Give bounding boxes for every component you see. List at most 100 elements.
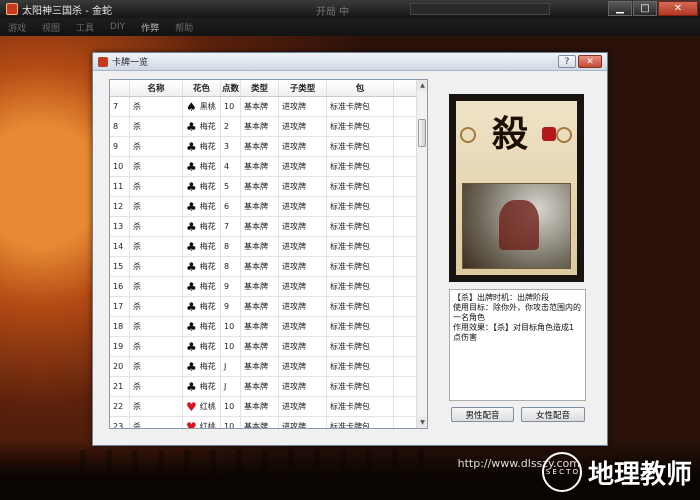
table-row[interactable]: 11 杀 ♣ 梅花 5 基本牌 进攻牌 标准卡牌包 bbox=[110, 177, 418, 197]
help-button[interactable]: ? bbox=[558, 55, 576, 68]
table-row[interactable]: 22 杀 ♥ 红桃 10 基本牌 进攻牌 标准卡牌包 bbox=[110, 397, 418, 417]
row-type: 基本牌 bbox=[241, 397, 279, 416]
menu-view[interactable]: 视图 bbox=[42, 21, 60, 34]
row-type: 基本牌 bbox=[241, 197, 279, 216]
table-row[interactable]: 20 杀 ♣ 梅花 J 基本牌 进攻牌 标准卡牌包 bbox=[110, 357, 418, 377]
row-suit: ♣ 梅花 bbox=[183, 137, 221, 156]
table-row[interactable]: 18 杀 ♣ 梅花 10 基本牌 进攻牌 标准卡牌包 bbox=[110, 317, 418, 337]
card-preview: 殺 bbox=[449, 94, 584, 282]
header-name[interactable]: 名称 bbox=[130, 80, 183, 96]
table-row[interactable]: 17 杀 ♣ 梅花 9 基本牌 进攻牌 标准卡牌包 bbox=[110, 297, 418, 317]
table-row[interactable]: 12 杀 ♣ 梅花 6 基本牌 进攻牌 标准卡牌包 bbox=[110, 197, 418, 217]
table-row[interactable]: 14 杀 ♣ 梅花 8 基本牌 进攻牌 标准卡牌包 bbox=[110, 237, 418, 257]
row-subtype: 进攻牌 bbox=[279, 337, 327, 356]
row-package: 标准卡牌包 bbox=[327, 197, 394, 216]
club-icon: ♣ bbox=[186, 159, 197, 174]
row-name: 杀 bbox=[130, 157, 183, 176]
row-name: 杀 bbox=[130, 177, 183, 196]
close-button[interactable]: ✕ bbox=[658, 1, 698, 16]
menu-diy[interactable]: DIY bbox=[110, 22, 125, 32]
row-name: 杀 bbox=[130, 237, 183, 256]
row-number: 2 bbox=[221, 117, 241, 136]
menu-help[interactable]: 帮助 bbox=[175, 21, 193, 34]
club-icon: ♣ bbox=[186, 299, 197, 314]
row-package: 标准卡牌包 bbox=[327, 177, 394, 196]
header-package[interactable]: 包 bbox=[327, 80, 394, 96]
row-suit: ♣ 梅花 bbox=[183, 157, 221, 176]
menu-game[interactable]: 游戏 bbox=[8, 21, 26, 34]
row-number: 7 bbox=[221, 217, 241, 236]
window-title: 太阳神三国杀 - 金蛇 bbox=[22, 5, 112, 17]
row-package: 标准卡牌包 bbox=[327, 117, 394, 136]
header-suit[interactable]: 花色 bbox=[183, 80, 221, 96]
suit-label: 梅花 bbox=[199, 262, 216, 271]
row-empty bbox=[394, 257, 418, 276]
header-type[interactable]: 类型 bbox=[241, 80, 279, 96]
suit-label: 梅花 bbox=[199, 162, 216, 171]
table-row[interactable]: 23 杀 ♥ 红桃 10 基本牌 进攻牌 标准卡牌包 bbox=[110, 417, 418, 429]
male-voice-button[interactable]: 男性配音 bbox=[451, 407, 514, 422]
scroll-thumb[interactable] bbox=[418, 119, 426, 147]
row-type: 基本牌 bbox=[241, 177, 279, 196]
row-name: 杀 bbox=[130, 417, 183, 428]
minimize-button[interactable]: ▁ bbox=[608, 1, 632, 16]
table-row[interactable]: 16 杀 ♣ 梅花 9 基本牌 进攻牌 标准卡牌包 bbox=[110, 277, 418, 297]
row-suit: ♣ 梅花 bbox=[183, 337, 221, 356]
description-line: 使用目标：除你外，你攻击范围内的 bbox=[453, 303, 581, 312]
header-subtype[interactable]: 子类型 bbox=[279, 80, 327, 96]
row-id: 23 bbox=[110, 417, 130, 428]
row-package: 标准卡牌包 bbox=[327, 157, 394, 176]
table-row[interactable]: 7 杀 ♠ 黑桃 10 基本牌 进攻牌 标准卡牌包 bbox=[110, 97, 418, 117]
row-package: 标准卡牌包 bbox=[327, 397, 394, 416]
table-row[interactable]: 8 杀 ♣ 梅花 2 基本牌 进攻牌 标准卡牌包 bbox=[110, 117, 418, 137]
card-face: 殺 bbox=[456, 101, 577, 275]
row-suit: ♣ 梅花 bbox=[183, 117, 221, 136]
suit-label: 梅花 bbox=[199, 202, 216, 211]
row-subtype: 进攻牌 bbox=[279, 397, 327, 416]
row-id: 16 bbox=[110, 277, 130, 296]
row-name: 杀 bbox=[130, 97, 183, 116]
row-package: 标准卡牌包 bbox=[327, 137, 394, 156]
row-number: 9 bbox=[221, 297, 241, 316]
table-row[interactable]: 19 杀 ♣ 梅花 10 基本牌 进攻牌 标准卡牌包 bbox=[110, 337, 418, 357]
row-suit: ♣ 梅花 bbox=[183, 277, 221, 296]
dialog-icon bbox=[98, 56, 108, 67]
row-suit: ♣ 梅花 bbox=[183, 317, 221, 336]
table-row[interactable]: 21 杀 ♣ 梅花 J 基本牌 进攻牌 标准卡牌包 bbox=[110, 377, 418, 397]
header-id[interactable] bbox=[110, 80, 130, 96]
row-type: 基本牌 bbox=[241, 97, 279, 116]
suit-label: 红桃 bbox=[199, 422, 216, 429]
row-empty bbox=[394, 197, 418, 216]
female-voice-button[interactable]: 女性配音 bbox=[521, 407, 585, 422]
table-row[interactable]: 10 杀 ♣ 梅花 4 基本牌 进攻牌 标准卡牌包 bbox=[110, 157, 418, 177]
table-row[interactable]: 13 杀 ♣ 梅花 7 基本牌 进攻牌 标准卡牌包 bbox=[110, 217, 418, 237]
row-number: 10 bbox=[221, 97, 241, 116]
row-package: 标准卡牌包 bbox=[327, 297, 394, 316]
club-icon: ♣ bbox=[186, 199, 197, 214]
row-package: 标准卡牌包 bbox=[327, 217, 394, 236]
row-empty bbox=[394, 417, 418, 428]
row-id: 14 bbox=[110, 237, 130, 256]
row-name: 杀 bbox=[130, 337, 183, 356]
table-scrollbar[interactable]: ▲ ▼ bbox=[416, 80, 427, 428]
scroll-down-icon[interactable]: ▼ bbox=[417, 417, 427, 428]
club-icon: ♣ bbox=[186, 119, 197, 134]
table-row[interactable]: 15 杀 ♣ 梅花 8 基本牌 进攻牌 标准卡牌包 bbox=[110, 257, 418, 277]
main-titlebar: 太阳神三国杀 - 金蛇 开局 中 ▁ □ ✕ bbox=[0, 0, 700, 18]
dialog-close-button[interactable]: ✕ bbox=[578, 55, 602, 68]
maximize-button[interactable]: □ bbox=[633, 1, 657, 16]
row-package: 标准卡牌包 bbox=[327, 237, 394, 256]
table-row[interactable]: 9 杀 ♣ 梅花 3 基本牌 进攻牌 标准卡牌包 bbox=[110, 137, 418, 157]
row-subtype: 进攻牌 bbox=[279, 237, 327, 256]
menu-tools[interactable]: 工具 bbox=[76, 21, 94, 34]
club-icon: ♣ bbox=[186, 139, 197, 154]
row-subtype: 进攻牌 bbox=[279, 117, 327, 136]
row-package: 标准卡牌包 bbox=[327, 317, 394, 336]
suit-label: 黑桃 bbox=[199, 102, 216, 111]
menu-cheat[interactable]: 作弊 bbox=[141, 21, 159, 34]
scroll-up-icon[interactable]: ▲ bbox=[417, 80, 427, 91]
club-icon: ♣ bbox=[186, 239, 197, 254]
header-number[interactable]: 点数 bbox=[221, 80, 241, 96]
row-number: 6 bbox=[221, 197, 241, 216]
card-name: 殺 bbox=[492, 113, 529, 155]
